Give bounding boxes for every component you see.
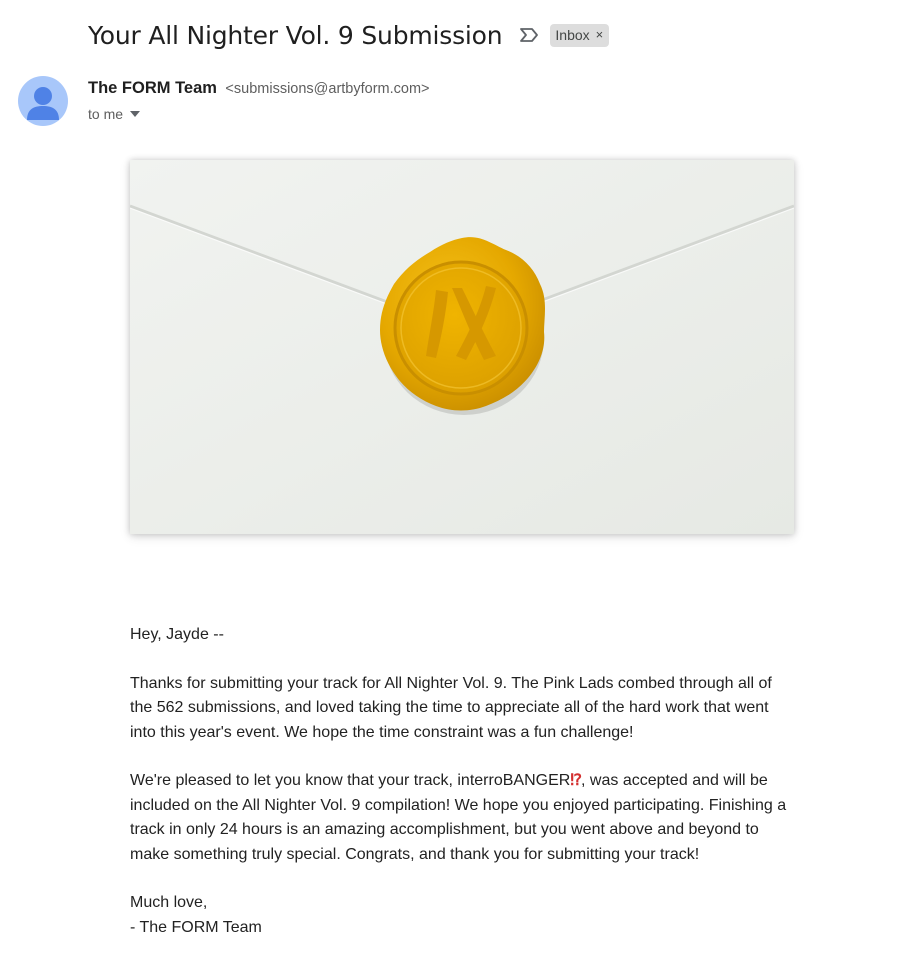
paragraph-thanks: Thanks for submitting your track for All…	[130, 674, 772, 741]
paragraph-accepted: We're pleased to let you know that your …	[130, 769, 795, 867]
subject-row: Your All Nighter Vol. 9 Submission Inbox…	[88, 16, 610, 54]
signature: - The FORM Team	[130, 918, 262, 936]
label-chip-text: Inbox	[555, 26, 590, 43]
signoff-block: Much love, - The FORM Team	[130, 891, 795, 940]
email-body: Hey, Jayde -- Thanks for submitting your…	[130, 623, 795, 940]
paragraph-accepted-part1: We're pleased to let you know that your …	[130, 772, 571, 790]
interrobang-emoji: ⁉	[570, 772, 582, 790]
sender-email: <submissions@artbyform.com>	[225, 81, 430, 97]
sender-avatar[interactable]	[18, 76, 68, 126]
person-avatar-icon	[27, 87, 59, 120]
important-marker-icon[interactable]	[518, 26, 540, 44]
signoff: Much love,	[130, 894, 208, 912]
chevron-down-icon[interactable]	[130, 111, 141, 117]
inbox-label-chip: Inbox ×	[550, 23, 610, 47]
greeting: Hey, Jayde --	[130, 626, 224, 643]
remove-label-button[interactable]: ×	[596, 27, 604, 42]
envelope-banner-image	[130, 160, 794, 534]
recipient-line: to me	[88, 106, 141, 122]
email-subject: Your All Nighter Vol. 9 Submission	[88, 20, 503, 50]
email-view: Your All Nighter Vol. 9 Submission Inbox…	[0, 0, 914, 979]
recipient-text: to me	[88, 106, 124, 122]
sender-name[interactable]: The FORM Team	[88, 79, 217, 97]
sender-line: The FORM Team <submissions@artbyform.com…	[88, 79, 430, 98]
